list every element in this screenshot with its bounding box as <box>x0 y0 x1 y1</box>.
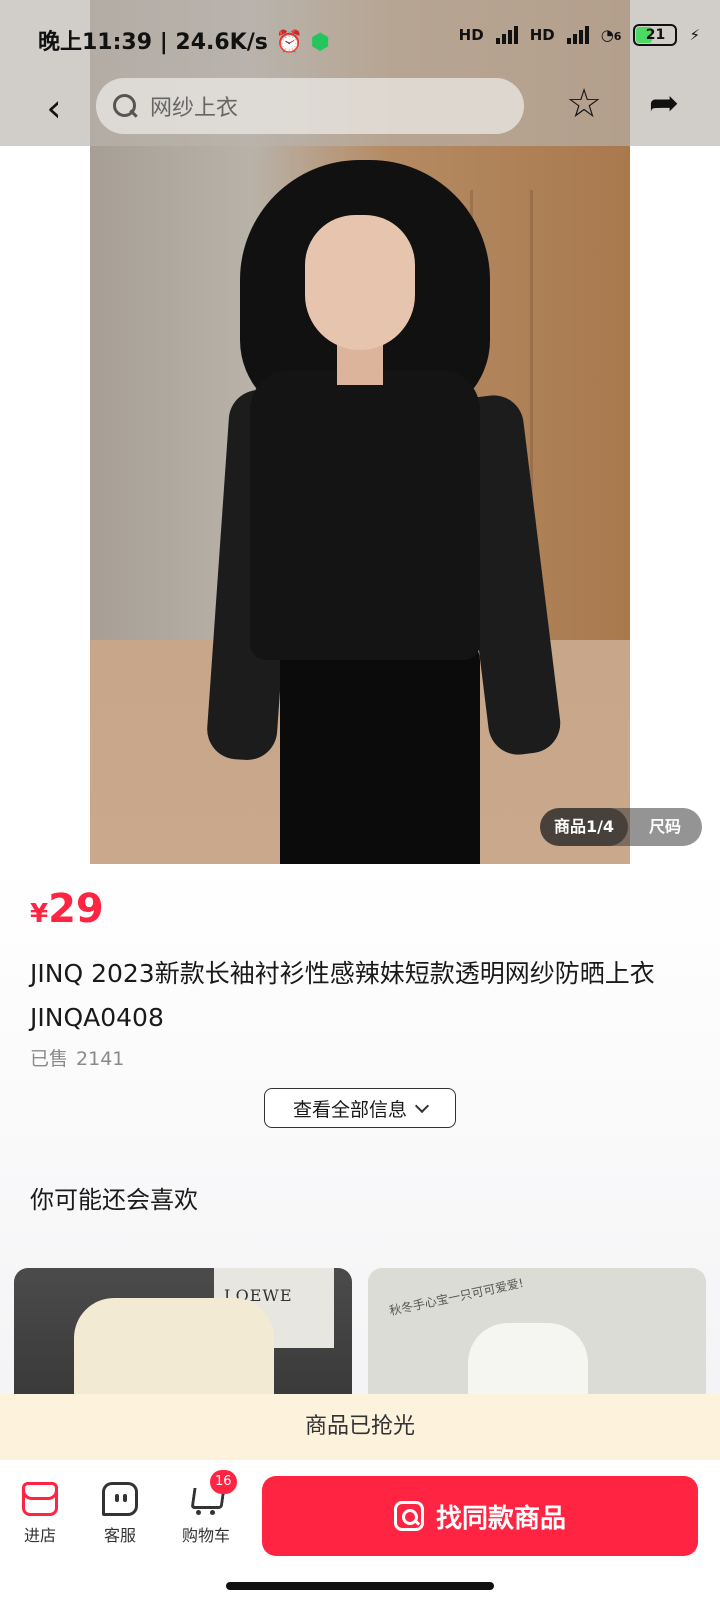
battery-level: 21 <box>645 27 666 43</box>
status-indicators: HD HD ◔6 21 ⚡ <box>459 24 700 46</box>
clock: 晚上11:39 <box>38 30 153 55</box>
recommend-section-title: 你可能还会喜欢 <box>30 1186 198 1214</box>
status-bar: 晚上11:39 | 24.6K/s ⏰ ⬢ HD HD ◔6 21 ⚡ <box>0 0 720 72</box>
currency-symbol: ¥ <box>30 899 49 929</box>
customer-service-icon <box>102 1482 138 1516</box>
sold-label: 已售 <box>30 1048 69 1070</box>
shield-icon: ⬢ <box>310 30 330 55</box>
wifi-icon: ◔6 <box>600 26 622 44</box>
alarm-icon: ⏰ <box>275 30 303 55</box>
sold-number: 2141 <box>76 1048 125 1070</box>
battery-icon: 21 <box>633 24 678 46</box>
recommend-thumbnail-shirt <box>74 1298 274 1394</box>
cart-label: 购物车 <box>181 1526 230 1545</box>
recommend-card[interactable]: LOEWE <box>14 1268 352 1394</box>
scan-search-icon <box>393 1501 424 1531</box>
image-indicator[interactable]: 商品1/4 尺码 <box>540 808 702 846</box>
find-similar-label: 找同款商品 <box>435 1503 566 1534</box>
shop-icon <box>22 1482 58 1516</box>
search-placeholder: 网纱上衣 <box>150 96 239 121</box>
charging-icon: ⚡ <box>689 26 700 44</box>
chevron-down-icon <box>414 1098 430 1113</box>
favorite-star-icon[interactable]: ☆ <box>560 80 608 128</box>
separator: | <box>159 30 176 55</box>
product-title: JINQ 2023新款长袖衬衫性感辣妹短款透明网纱防晒上衣 JINQA0408 <box>30 959 655 1032</box>
network-speed: 24.6K/s <box>175 30 268 55</box>
top-nav-bar: ‹ 网纱上衣 ☆ ➦ <box>0 72 720 146</box>
wifi-label: 6 <box>613 30 622 43</box>
shop-tab[interactable]: 进店 <box>0 1482 80 1546</box>
signal-hd-label: HD <box>458 26 484 44</box>
cart-tab[interactable]: 16 购物车 <box>166 1470 246 1546</box>
image-page-counter: 商品1/4 <box>540 808 628 846</box>
shop-label: 进店 <box>23 1526 56 1545</box>
status-time: 晚上11:39 | 24.6K/s ⏰ ⬢ <box>38 24 330 56</box>
model-shirt <box>250 370 480 660</box>
price: ¥29 <box>30 886 104 932</box>
sold-count: 已售 2141 <box>30 1044 124 1071</box>
share-arrow-icon[interactable]: ➦ <box>640 80 688 128</box>
model-legs <box>280 640 480 880</box>
search-input[interactable]: 网纱上衣 <box>96 78 524 134</box>
bottom-action-bar: 进店 客服 16 购物车 找同款商品 <box>0 1460 720 1600</box>
model-face <box>305 215 415 350</box>
cart-icon: 16 <box>188 1470 237 1516</box>
customer-service-label: 客服 <box>103 1526 136 1545</box>
recommend-thumbnail-mug <box>468 1323 588 1394</box>
find-similar-button[interactable]: 找同款商品 <box>262 1476 698 1556</box>
sold-out-banner: 商品已抢光 <box>0 1394 720 1460</box>
view-all-info-label: 查看全部信息 <box>292 1098 407 1121</box>
size-tab[interactable]: 尺码 <box>628 808 702 846</box>
back-button[interactable]: ‹ <box>34 88 74 128</box>
signal-icon <box>495 26 518 44</box>
handwritten-note: 秋冬手心宝一只可可爱爱! <box>388 1275 525 1319</box>
signal-icon-2 <box>566 26 589 44</box>
signal-hd-label-2: HD <box>529 26 555 44</box>
home-indicator[interactable] <box>226 1582 494 1590</box>
search-icon <box>112 93 138 119</box>
recommend-card[interactable]: 秋冬手心宝一只可可爱爱! <box>368 1268 706 1394</box>
price-value: 29 <box>48 886 104 932</box>
cart-count-badge: 16 <box>210 1470 237 1494</box>
customer-service-tab[interactable]: 客服 <box>80 1482 160 1546</box>
view-all-info-button[interactable]: 查看全部信息 <box>264 1088 456 1128</box>
